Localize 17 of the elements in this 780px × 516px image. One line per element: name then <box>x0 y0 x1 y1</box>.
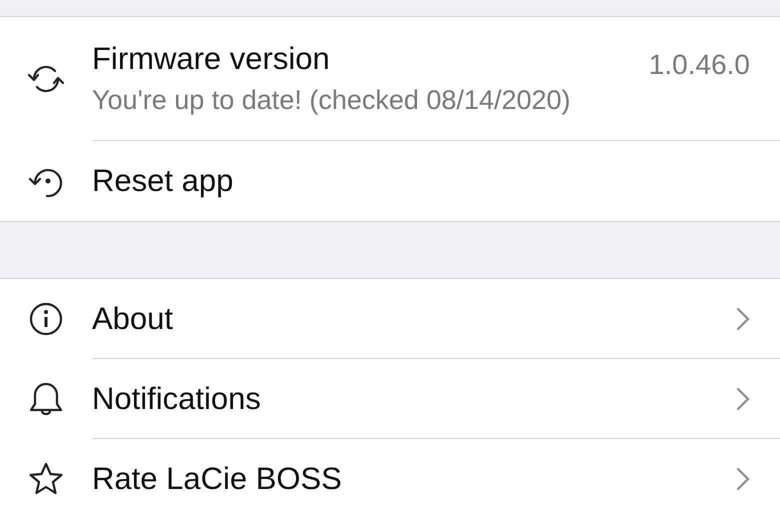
settings-row[interactable]: Rate LaCie BOSS <box>0 439 780 516</box>
row-title: About <box>92 300 174 336</box>
info-icon <box>29 302 63 336</box>
row-title: Reset app <box>92 163 234 199</box>
bell-icon <box>27 381 65 417</box>
chevron-icon <box>736 386 750 410</box>
settings-row[interactable]: About <box>0 279 780 359</box>
star-icon <box>27 461 65 497</box>
chevron-icon <box>736 467 750 491</box>
settings-row[interactable]: Notifications <box>0 359 780 439</box>
row-title: Notifications <box>92 380 262 416</box>
settings-row[interactable]: Reset app <box>0 141 780 221</box>
version-value: 1.0.46.0 <box>648 49 750 81</box>
row-title: Firmware version <box>92 41 331 77</box>
row-subtitle: You're up to date! (checked 08/14/2020) <box>92 85 572 116</box>
row-title: Rate LaCie BOSS <box>92 461 343 497</box>
chevron-icon <box>736 306 750 330</box>
